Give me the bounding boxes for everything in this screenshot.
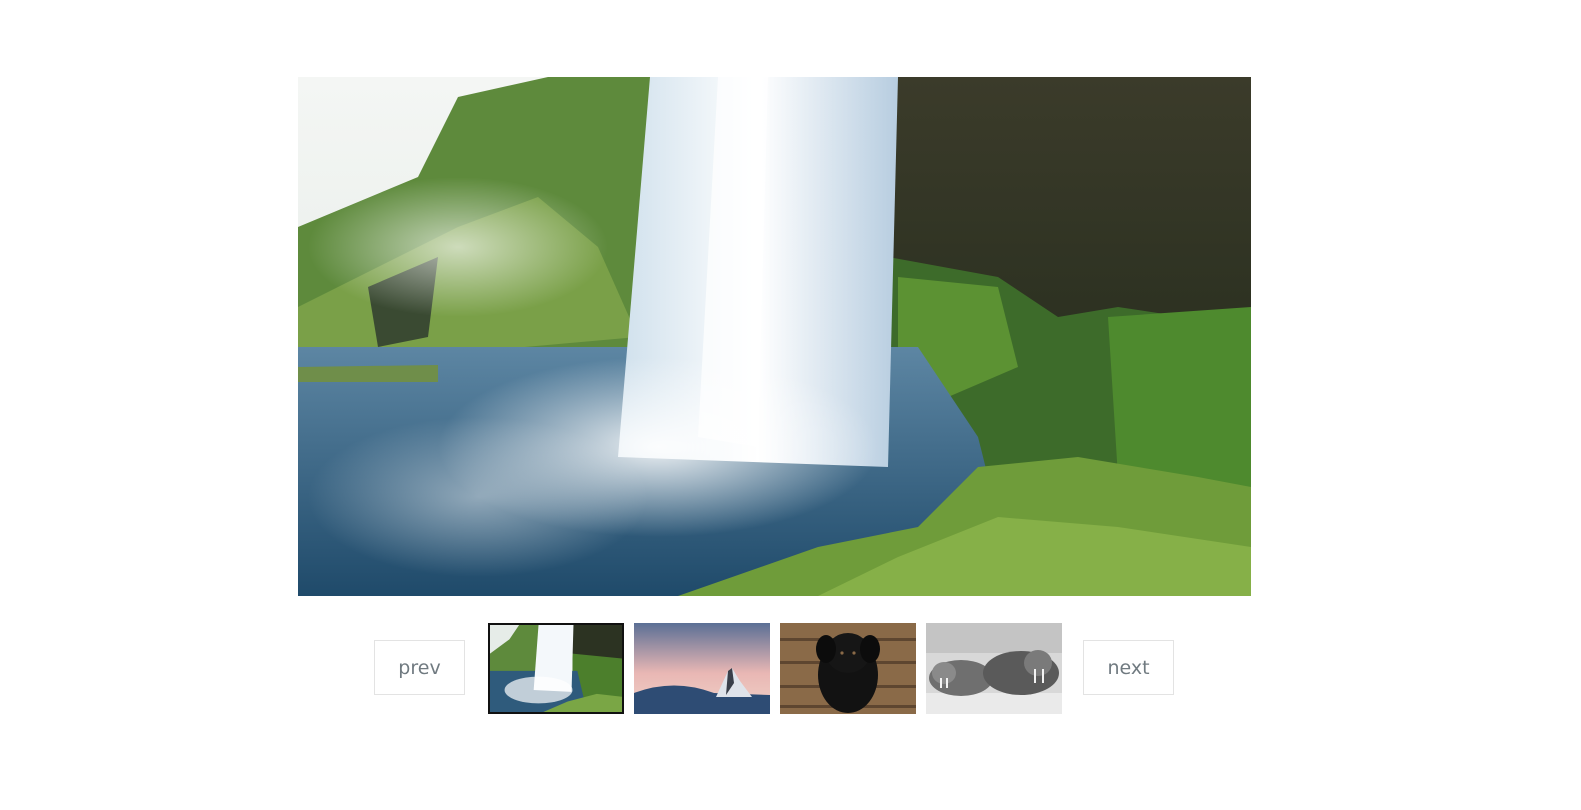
gallery-controls: prev next (374, 623, 1176, 714)
main-image (298, 77, 1251, 596)
walrus-thumbnail-image (926, 623, 1062, 714)
waterfall-thumbnail-image (490, 625, 622, 712)
mountain-thumbnail-image (634, 623, 770, 714)
prev-button[interactable]: prev (374, 640, 465, 695)
thumbnail-black-dog[interactable] (780, 623, 916, 714)
next-button[interactable]: next (1083, 640, 1174, 695)
thumbnail-waterfall[interactable] (488, 623, 624, 714)
thumbnail-walruses[interactable] (926, 623, 1062, 714)
thumbnail-snowy-mountain[interactable] (634, 623, 770, 714)
dog-thumbnail-image (780, 623, 916, 714)
waterfall-image (298, 77, 1251, 596)
